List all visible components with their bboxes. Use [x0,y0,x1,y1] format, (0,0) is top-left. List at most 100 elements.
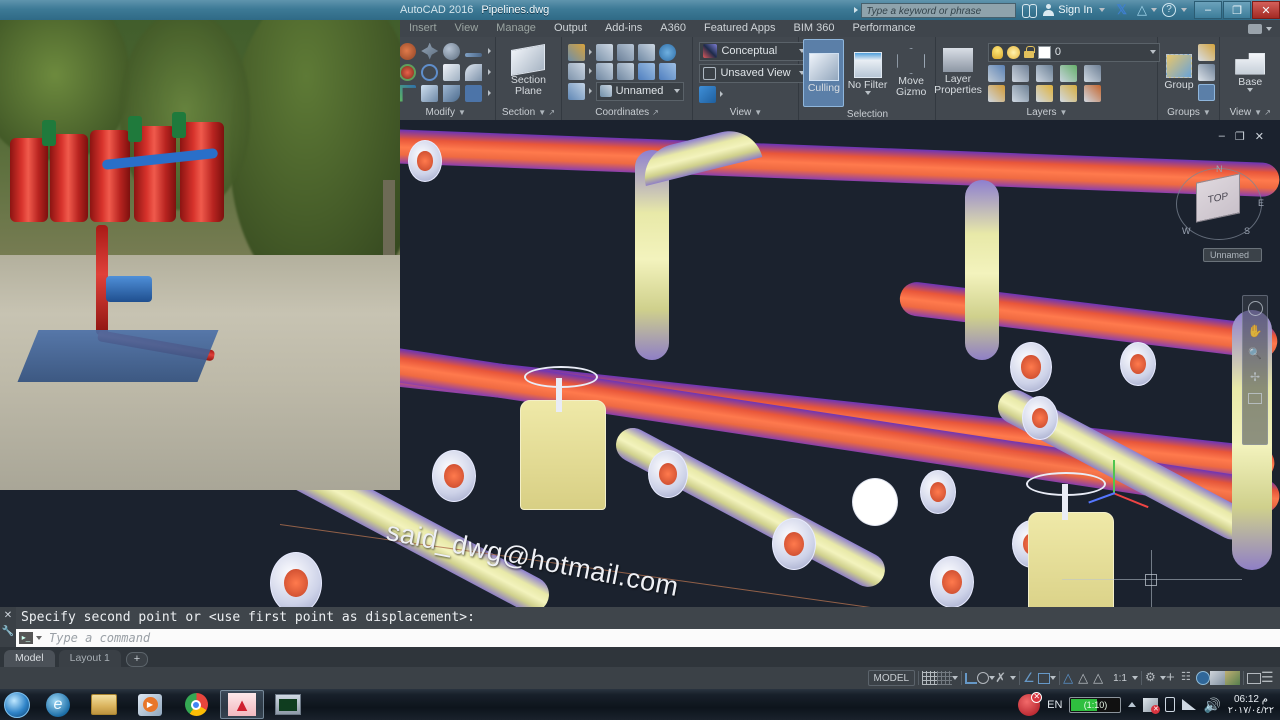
modify-row3-flyout-arrow[interactable] [488,90,492,96]
layout-tab-bar[interactable]: Model Layout 1 + [0,647,1280,667]
ucs-x-icon[interactable] [567,62,585,80]
move-gizmo-button[interactable]: Move Gizmo [891,48,932,98]
layer-previous-icon[interactable] [1035,64,1053,82]
layer-unlock-icon[interactable] [1023,46,1035,58]
tab-manage[interactable]: Manage [487,20,545,37]
search-dropdown-arrow[interactable] [854,7,859,13]
viewport-config-icon[interactable] [699,85,717,103]
tray-expand-arrow[interactable] [1128,702,1137,707]
modify-row1-flyout-arrow[interactable] [488,48,492,54]
internet-explorer-icon[interactable]: e [46,692,70,717]
ucs-gizmo-icon[interactable] [399,84,417,102]
layer-properties-button[interactable]: Layer Properties [934,48,982,96]
status-bar[interactable]: MODEL ✗ ∠ △ △ △ 1:1 ⚙ + ☷ ☰ [0,667,1280,689]
navigation-bar[interactable]: ✋ 🔍 ✢ [1242,295,1268,445]
command-settings-icon[interactable]: 🔧 [2,626,14,637]
panel-title-coordinates[interactable]: Coordinates ↗ [566,105,689,120]
ucs-named-icon[interactable] [595,43,613,61]
ucs-previous-icon[interactable] [595,62,613,80]
start-orb[interactable] [0,690,34,720]
layer-color-swatch[interactable] [1037,45,1051,59]
culling-button[interactable]: Culling [803,39,845,107]
autodesk-logo-icon[interactable]: △ [1137,2,1147,18]
modify-row2-flyout-arrow[interactable] [488,69,492,75]
dynamic-ucs-icon[interactable]: △ [1078,671,1093,685]
layer-delete-icon[interactable] [1083,84,1101,102]
no-filter-icon[interactable] [853,51,882,78]
exchange-apps-icon[interactable]: 𝕏 [1117,2,1127,18]
no-filter-arrow[interactable] [864,90,871,95]
search-input[interactable]: Type a keyword or phrase [861,2,1017,18]
3d-scale-icon[interactable] [465,52,483,57]
tab-bim360[interactable]: BIM 360 [785,20,844,37]
add-layout-button[interactable]: + [125,652,148,667]
user-account-icon[interactable] [1043,4,1055,16]
taskbar-windows-media-player[interactable]: ▶ [128,690,172,719]
grid-display-icon[interactable] [922,671,938,685]
3d-move-icon[interactable] [421,42,439,60]
3d-array-icon[interactable] [421,63,439,81]
command-input-row[interactable]: ▸_ Type a command [16,629,1280,647]
help-arrow[interactable] [1181,8,1187,12]
ribbon-minimize-arrow[interactable] [1266,26,1272,31]
osnap-tracking-arrow[interactable] [1010,676,1017,680]
object-snap-arrow[interactable] [1050,676,1057,680]
viewport-config-arrow[interactable] [720,91,724,97]
ucs-display-icon[interactable] [567,82,585,100]
extrude-face-icon[interactable] [421,84,439,102]
object-snap-icon[interactable] [1038,672,1051,684]
folder-icon[interactable] [91,694,117,715]
panel-title-modify[interactable]: Modify ▼ [400,105,491,120]
media-player-icon[interactable]: ▶ [138,693,162,716]
chrome-icon[interactable] [184,693,208,716]
taskbar-remote-desktop[interactable] [266,690,310,719]
layer-turn-on-icon[interactable] [1035,84,1053,102]
section-plane-icon[interactable] [511,44,546,76]
ucs-z-axis-icon[interactable] [637,62,655,80]
viewport-close-icon[interactable]: ✕ [1255,130,1264,143]
object-snap-tracking-icon[interactable]: ✗ [995,671,1010,685]
tab-insert[interactable]: Insert [400,20,446,37]
command-input[interactable]: Type a command [49,631,150,645]
3d-align-icon[interactable] [399,42,417,60]
group-icon[interactable] [1165,53,1192,78]
layer-freeze-icon[interactable] [1083,64,1101,82]
slice-icon[interactable] [443,63,461,81]
base-button[interactable]: Base [1227,52,1273,92]
3d-mirror-icon[interactable] [399,63,417,81]
move-gizmo-icon[interactable] [897,48,926,74]
autodesk-arrow[interactable] [1151,8,1157,12]
tab-featured-apps[interactable]: Featured Apps [695,20,785,37]
tray-antivirus-icon[interactable]: ✕ [1018,691,1043,716]
graphics-performance-icon[interactable] [1210,671,1225,685]
layer-combo-arrow[interactable] [1149,50,1156,54]
taskbar-google-chrome[interactable] [174,690,218,719]
panel-title-viewbase[interactable]: View ▼ ↗ [1224,105,1276,120]
tab-model[interactable]: Model [4,650,55,667]
tray-network-icon[interactable]: ✕ [1143,697,1161,714]
ucs-flyout-arrow[interactable] [588,49,592,55]
taskbar-internet-explorer[interactable]: e [36,690,80,719]
polar-tracking-icon[interactable] [977,672,990,684]
command-line-grip[interactable]: ✕ 🔧 [0,607,16,647]
layer-isolate-icon[interactable] [1059,64,1077,82]
taskbar-autocad[interactable]: ▲ [220,690,264,719]
windows-taskbar[interactable]: e ▶ ▲ ✕ EN (1:10) ✕ 🔊 06:12 م ٢٠١٧/٠٤/٢٢ [0,689,1280,720]
search-area[interactable]: Type a keyword or phrase Sign In 𝕏 △ ? [851,0,1187,20]
ortho-mode-icon[interactable] [965,672,978,684]
view-cube[interactable]: TOP N E S W [1176,160,1264,246]
pan-hand-icon[interactable]: ✋ [1247,324,1264,339]
named-view-indicator[interactable]: Unnamed [1202,248,1262,262]
command-line-area[interactable]: ✕ 🔧 Specify second point or <use first p… [0,607,1280,647]
viewport-minimize-icon[interactable]: – [1219,130,1225,143]
ucs-origin-icon[interactable] [616,62,634,80]
viewport-restore-icon[interactable]: ❐ [1235,130,1245,143]
visual-style-combo[interactable]: Conceptual [699,41,810,61]
battery-indicator[interactable]: (1:10) [1069,696,1122,713]
taper-face-icon[interactable] [443,84,461,102]
tab-performance[interactable]: Performance [844,20,925,37]
taskbar-clock[interactable]: 06:12 م ٢٠١٧/٠٤/٢٢ [1228,694,1274,716]
culling-icon[interactable] [808,52,839,81]
help-icon[interactable]: ? [1162,3,1176,17]
orbit-icon[interactable]: ✢ [1247,370,1264,385]
